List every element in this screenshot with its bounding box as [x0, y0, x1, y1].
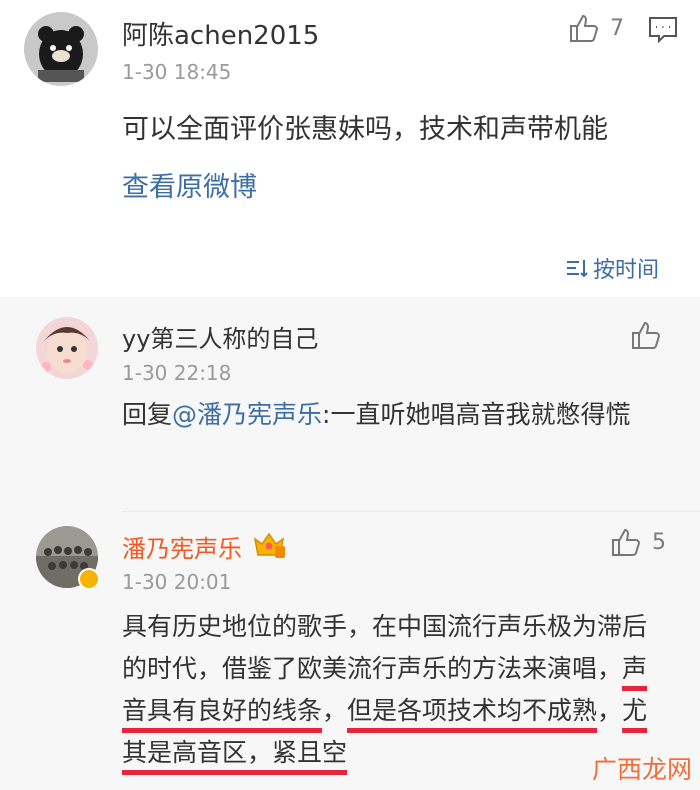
reply-prefix: 回复 — [122, 400, 173, 429]
view-original-link[interactable]: 查看原微博 — [122, 166, 257, 210]
reply-avatar[interactable] — [36, 317, 98, 379]
replies-section: yy第三人称的自己 1-30 22:18 回复@潘乃宪声乐:一直听她唱高音我就憋… — [0, 297, 700, 790]
reply-username[interactable]: 潘乃宪声乐 — [122, 529, 242, 564]
thumbs-up-icon — [612, 528, 641, 556]
main-post: 阿陈achen2015 1-30 18:45 7 可以全面评价张惠妹吗，技术和声… — [0, 0, 700, 297]
reply-username[interactable]: yy第三人称的自己 — [122, 319, 318, 354]
verified-badge-icon — [78, 568, 100, 590]
sort-label: 按时间 — [593, 258, 660, 283]
post-text: 可以全面评价张惠妹吗，技术和声带机能 — [122, 114, 608, 145]
sort-button[interactable]: 按时间 — [565, 252, 659, 284]
reply-item: 潘乃宪声乐 1-30 20:01 5 具有历史地位的歌手，在中国流行声乐极为滞后… — [0, 512, 700, 790]
reply-like-button[interactable]: 5 — [610, 526, 666, 558]
crown-badge-icon — [253, 532, 285, 558]
post-username[interactable]: 阿陈achen2015 — [122, 15, 319, 52]
mention-link[interactable]: @潘乃宪声乐 — [172, 400, 322, 429]
reply-item: yy第三人称的自己 1-30 22:18 回复@潘乃宪声乐:一直听她唱高音我就憋… — [0, 297, 700, 511]
reply-body: ， — [322, 696, 348, 725]
reply-body: 具有历史地位的歌手，在中国流行声乐极为滞后的时代，借鉴了欧美流行声乐的方法来演唱… — [122, 612, 648, 683]
sort-icon — [567, 260, 588, 278]
reply-timestamp: 1-30 20:01 — [122, 570, 232, 594]
reply-body: :一直听她唱高音我就憋得慌 — [322, 400, 631, 429]
post-timestamp: 1-30 18:45 — [122, 60, 232, 84]
watermark: 广西龙网 — [591, 755, 692, 784]
comment-icon[interactable] — [648, 16, 678, 44]
thumbs-up-icon — [632, 321, 661, 349]
reply-timestamp: 1-30 22:18 — [122, 361, 232, 385]
highlighted-text: 但是各项技术均不成熟 — [347, 696, 598, 725]
reply-body: ， — [597, 696, 623, 725]
user-avatar[interactable] — [24, 12, 98, 86]
like-count: 7 — [610, 15, 624, 41]
reply-like-button[interactable] — [630, 319, 662, 351]
like-button[interactable]: 7 — [568, 12, 624, 44]
thumbs-up-icon — [570, 14, 599, 42]
reply-text: 具有历史地位的歌手，在中国流行声乐极为滞后的时代，借鉴了欧美流行声乐的方法来演唱… — [122, 606, 662, 774]
like-count: 5 — [652, 529, 666, 555]
reply-text: 回复@潘乃宪声乐:一直听她唱高音我就憋得慌 — [122, 394, 662, 436]
